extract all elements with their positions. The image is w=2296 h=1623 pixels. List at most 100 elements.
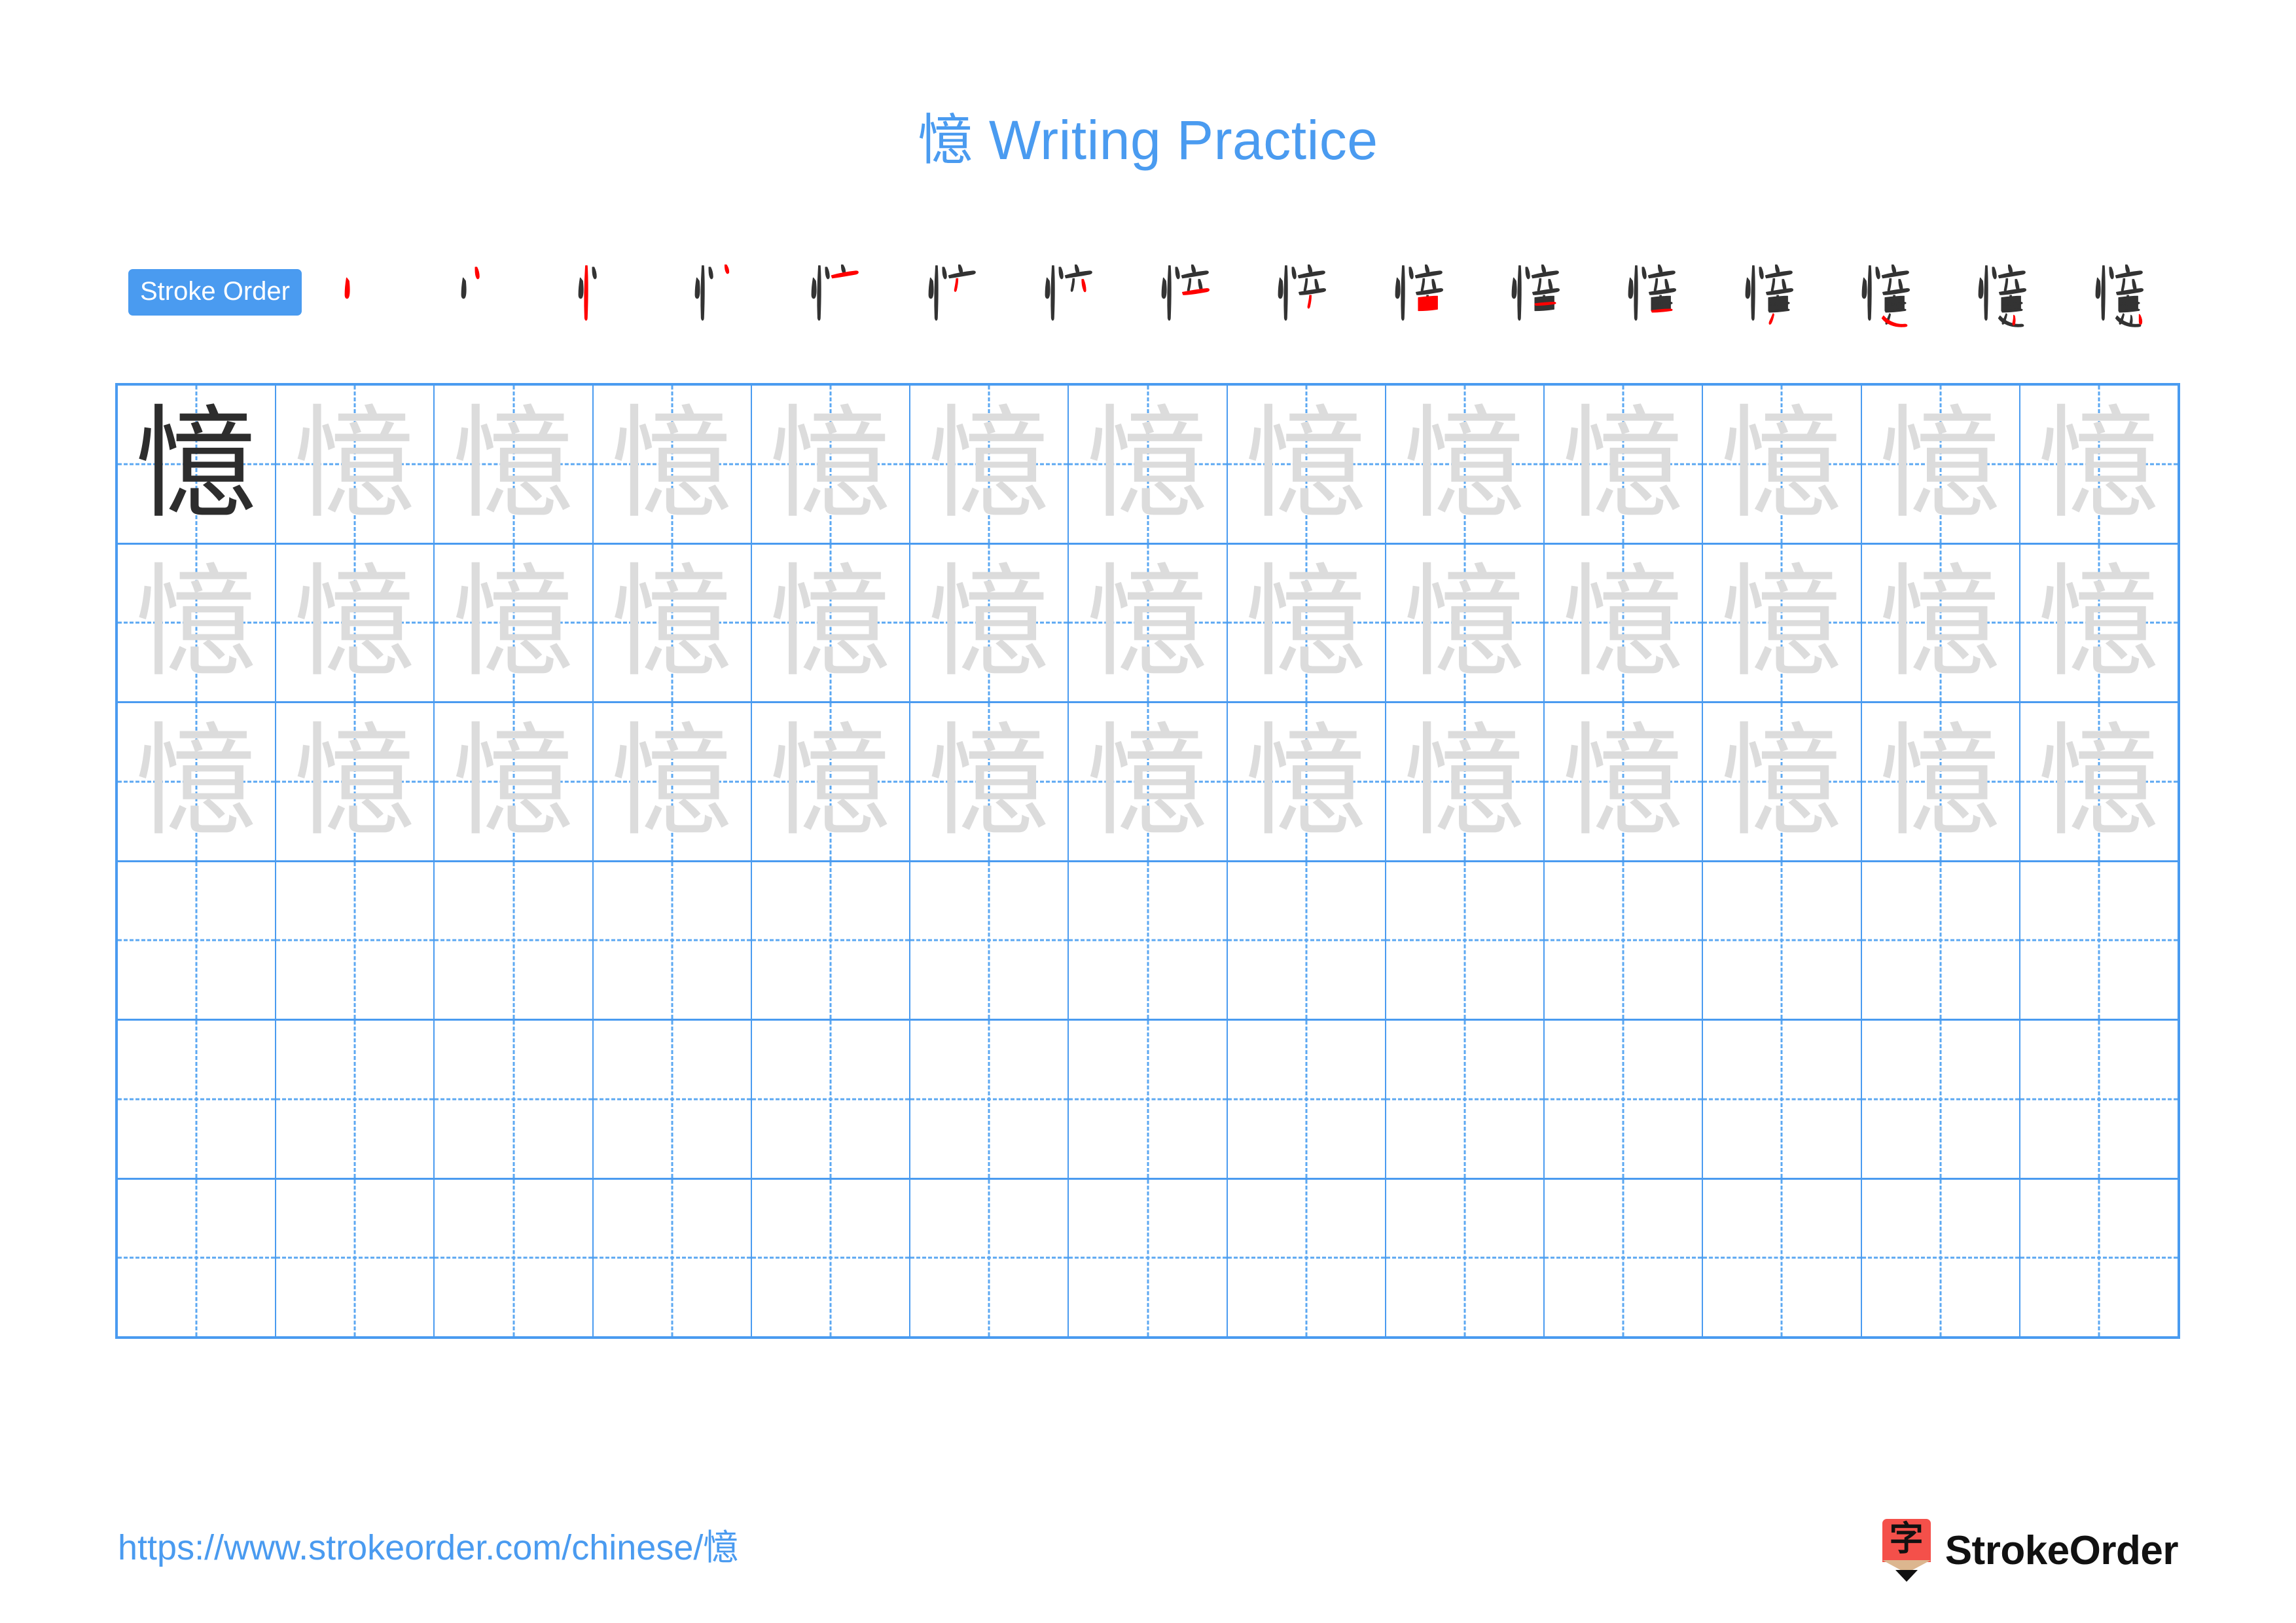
practice-cell[interactable]: 憶 bbox=[1386, 544, 1545, 701]
practice-cell[interactable] bbox=[2020, 1180, 2178, 1337]
practice-cell[interactable]: 憶 bbox=[910, 386, 1069, 543]
practice-cell-character: 憶 bbox=[294, 392, 416, 535]
practice-cell[interactable]: 憶 bbox=[2020, 545, 2178, 702]
practice-cell[interactable]: 憶 bbox=[1545, 386, 1704, 543]
practice-cell[interactable] bbox=[1069, 862, 1228, 1019]
practice-cell[interactable]: 憶 bbox=[2020, 703, 2178, 860]
practice-cell[interactable] bbox=[2020, 1021, 2178, 1178]
practice-cell[interactable]: 憶 bbox=[2020, 386, 2178, 543]
practice-cell[interactable]: 憶 bbox=[752, 703, 911, 860]
practice-cell[interactable] bbox=[435, 862, 594, 1019]
practice-cell[interactable]: 憶 bbox=[1228, 386, 1386, 543]
practice-cell[interactable]: 憶 bbox=[752, 386, 911, 543]
practice-cell[interactable] bbox=[1386, 1021, 1545, 1178]
practice-cell[interactable]: 憶 bbox=[1228, 544, 1386, 701]
practice-cell-character: 憶 bbox=[294, 551, 416, 694]
practice-cell[interactable]: 憶 bbox=[435, 544, 594, 701]
practice-cell-character: 憶 bbox=[1879, 392, 2001, 535]
practice-row bbox=[118, 1179, 2178, 1337]
practice-cell[interactable] bbox=[752, 1179, 911, 1336]
practice-cell[interactable] bbox=[910, 1021, 1069, 1178]
practice-cell[interactable] bbox=[594, 1021, 752, 1178]
practice-cell[interactable] bbox=[1228, 1179, 1386, 1337]
practice-cell[interactable] bbox=[435, 1179, 594, 1337]
practice-cell[interactable] bbox=[910, 862, 1069, 1019]
practice-cell[interactable] bbox=[2020, 862, 2178, 1019]
practice-cell[interactable] bbox=[1545, 862, 1704, 1019]
practice-cell[interactable]: 憶 bbox=[1703, 544, 1862, 701]
practice-cell[interactable]: 憶 bbox=[910, 703, 1069, 860]
stroke-order-step-7 bbox=[1010, 252, 1126, 332]
practice-cell[interactable] bbox=[594, 862, 752, 1019]
practice-cell[interactable]: 憶 bbox=[276, 544, 435, 701]
stroke-order-section: Stroke Order bbox=[128, 252, 2177, 332]
practice-cell[interactable] bbox=[752, 862, 911, 1019]
practice-cell[interactable] bbox=[1386, 862, 1545, 1019]
practice-cell[interactable]: 憶 bbox=[1069, 544, 1228, 701]
practice-cell-empty bbox=[910, 1021, 1067, 1178]
practice-cell[interactable] bbox=[276, 1179, 435, 1336]
source-url[interactable]: https://www.strokeorder.com/chinese/憶 bbox=[118, 1527, 738, 1569]
practice-cell[interactable] bbox=[1862, 1179, 2020, 1336]
practice-cell[interactable] bbox=[1703, 862, 1862, 1019]
practice-cell[interactable]: 憶 bbox=[1862, 703, 2020, 860]
practice-cell[interactable]: 憶 bbox=[1703, 703, 1862, 860]
practice-cell[interactable]: 憶 bbox=[435, 703, 594, 860]
practice-cell[interactable] bbox=[276, 862, 435, 1019]
practice-cell[interactable] bbox=[435, 1021, 594, 1178]
practice-cell-empty bbox=[1703, 1180, 1860, 1337]
practice-cell[interactable]: 憶 bbox=[1386, 703, 1545, 860]
practice-cell[interactable]: 憶 bbox=[594, 703, 752, 860]
practice-cell-empty bbox=[1228, 862, 1385, 1019]
practice-cell[interactable]: 憶 bbox=[752, 544, 911, 701]
practice-cell[interactable]: 憶 bbox=[118, 386, 277, 543]
practice-cell[interactable]: 憶 bbox=[1545, 703, 1704, 860]
practice-cell[interactable] bbox=[1545, 1021, 1704, 1178]
practice-cell[interactable] bbox=[118, 1021, 277, 1178]
practice-cell[interactable] bbox=[118, 1179, 277, 1336]
practice-cell[interactable]: 憶 bbox=[435, 386, 594, 543]
practice-cell[interactable] bbox=[1862, 862, 2020, 1019]
practice-cell-character: 憶 bbox=[1245, 551, 1367, 694]
stroke-order-step-15 bbox=[1943, 252, 2060, 332]
practice-cell[interactable] bbox=[594, 1179, 752, 1336]
practice-cell[interactable] bbox=[1069, 1021, 1228, 1178]
practice-cell[interactable] bbox=[1545, 1179, 1704, 1336]
practice-cell[interactable]: 憶 bbox=[594, 386, 752, 543]
practice-cell[interactable] bbox=[752, 1021, 911, 1178]
practice-cell[interactable]: 憶 bbox=[1228, 703, 1386, 860]
practice-cell[interactable]: 憶 bbox=[1703, 386, 1862, 543]
practice-cell-empty bbox=[594, 862, 751, 1019]
practice-cell[interactable]: 憶 bbox=[1386, 386, 1545, 543]
practice-cell[interactable] bbox=[1703, 1021, 1862, 1178]
practice-cell-character: 憶 bbox=[611, 392, 733, 535]
practice-cell[interactable]: 憶 bbox=[1545, 544, 1704, 701]
practice-cell[interactable] bbox=[1386, 1179, 1545, 1336]
practice-cell[interactable]: 憶 bbox=[1069, 703, 1228, 860]
stroke-order-step-1 bbox=[310, 252, 426, 332]
practice-cell[interactable] bbox=[910, 1179, 1069, 1336]
pencil-character-label: 字 bbox=[1889, 1520, 1924, 1559]
practice-cell[interactable] bbox=[1703, 1179, 1862, 1337]
practice-cell[interactable] bbox=[1228, 862, 1386, 1019]
practice-cell-empty bbox=[1228, 1180, 1385, 1337]
practice-cell-empty bbox=[435, 1180, 592, 1337]
stroke-order-step-9 bbox=[1243, 252, 1359, 332]
practice-cell[interactable]: 憶 bbox=[1862, 544, 2020, 701]
stroke-order-step-14 bbox=[1827, 252, 1943, 332]
practice-cell-empty bbox=[1862, 862, 2019, 1019]
practice-cell[interactable]: 憶 bbox=[1862, 386, 2020, 543]
practice-cell[interactable]: 憶 bbox=[118, 544, 277, 701]
practice-cell[interactable] bbox=[276, 1021, 435, 1178]
practice-cell[interactable]: 憶 bbox=[276, 703, 435, 860]
practice-cell[interactable]: 憶 bbox=[1069, 386, 1228, 543]
practice-cell[interactable] bbox=[1069, 1179, 1228, 1336]
practice-cell[interactable] bbox=[1228, 1021, 1386, 1178]
practice-cell[interactable]: 憶 bbox=[118, 703, 277, 860]
practice-cell[interactable]: 憶 bbox=[276, 386, 435, 543]
practice-cell[interactable]: 憶 bbox=[594, 544, 752, 701]
practice-cell[interactable]: 憶 bbox=[910, 544, 1069, 701]
practice-cell[interactable] bbox=[118, 862, 277, 1019]
practice-cell-character: 憶 bbox=[135, 710, 258, 852]
practice-cell[interactable] bbox=[1862, 1021, 2020, 1178]
